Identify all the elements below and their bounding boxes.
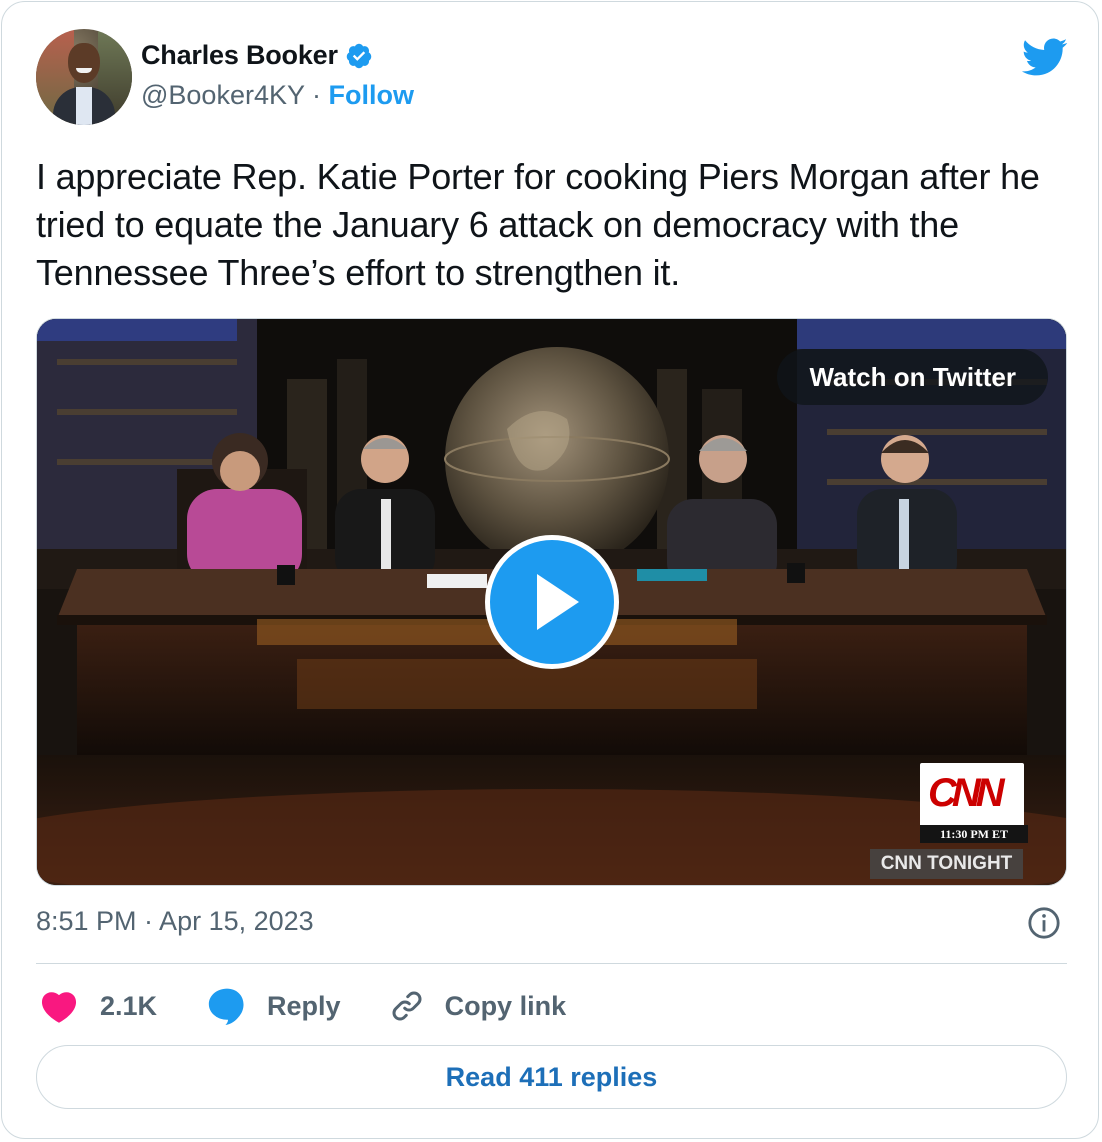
info-icon[interactable]	[1027, 906, 1061, 940]
copy-link-button[interactable]: Copy link	[389, 988, 567, 1024]
reply-label: Reply	[267, 990, 341, 1021]
divider	[36, 963, 1067, 964]
author-handle[interactable]: @Booker4KY	[141, 80, 305, 110]
tweet-text: I appreciate Rep. Katie Porter for cooki…	[36, 156, 1040, 293]
author-handle-row: @Booker4KY · Follow	[141, 80, 414, 111]
like-button[interactable]: 2.1K	[40, 988, 157, 1024]
author-name[interactable]: Charles Booker	[141, 40, 338, 71]
tweet-timestamp[interactable]: 8:51 PM · Apr 15, 2023	[36, 906, 314, 937]
handle-separator: ·	[312, 80, 322, 110]
watch-on-twitter-button[interactable]: Watch on Twitter	[777, 349, 1048, 405]
like-count: 2.1K	[100, 990, 158, 1021]
show-title: CNN TONIGHT	[870, 849, 1023, 879]
link-icon	[392, 991, 422, 1021]
play-button[interactable]	[485, 535, 619, 669]
speech-bubble-icon	[208, 988, 244, 1025]
play-icon	[537, 574, 579, 630]
read-replies-button[interactable]: Read 411 replies	[36, 1045, 1067, 1109]
tweet-card: Charles Booker @Booker4KY · Follow I app…	[1, 1, 1099, 1139]
verified-badge-icon	[346, 43, 372, 68]
avatar-smile	[76, 68, 92, 73]
avatar-face	[68, 43, 100, 83]
avatar-shirt	[76, 87, 92, 125]
tweet-actions: 2.1K Reply Copy link	[40, 985, 566, 1027]
cnn-logo: CNN	[920, 763, 1024, 827]
video-player[interactable]: Watch on Twitter CNN 11:30 PM ET CNN TON…	[36, 318, 1067, 886]
follow-button[interactable]: Follow	[329, 80, 414, 110]
broadcast-time: 11:30 PM ET	[920, 825, 1028, 843]
cnn-logo-text: CNN	[928, 771, 1005, 815]
heart-icon	[41, 992, 77, 1023]
author-name-row: Charles Booker	[141, 40, 373, 71]
copy-link-label: Copy link	[444, 990, 567, 1021]
reply-button[interactable]: Reply	[207, 987, 341, 1025]
avatar[interactable]	[36, 29, 132, 125]
twitter-bird-icon[interactable]	[1020, 37, 1068, 77]
